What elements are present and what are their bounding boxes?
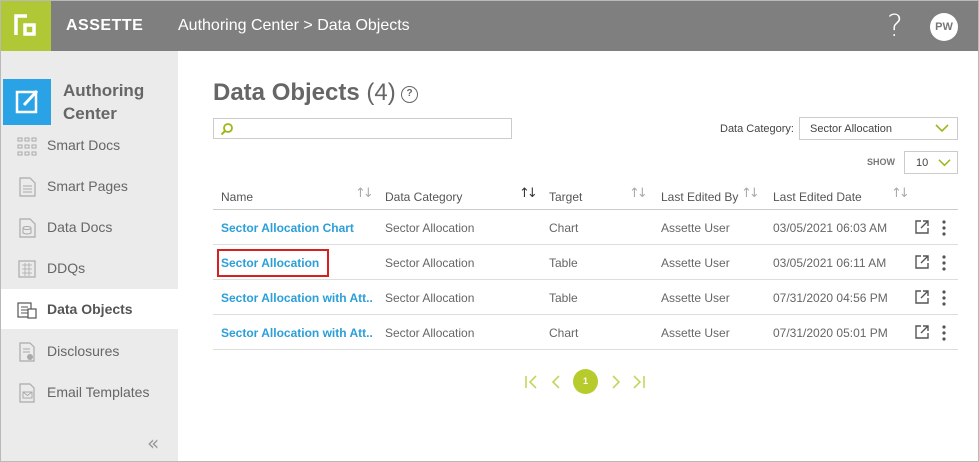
sort-icon[interactable]: ↑↓	[629, 186, 648, 201]
logo-icon	[14, 14, 36, 36]
sidebar-item-label: Email Templates	[47, 384, 150, 400]
page-title: Data Objects (4)	[213, 79, 396, 107]
column-header-data-category: Data Category	[385, 190, 463, 204]
app-window: ASSETTE Authoring Center > Data Objects …	[0, 0, 979, 462]
cell-date: 07/31/2020 05:01 PM	[773, 326, 888, 340]
sidebar-item-label: Data Objects	[47, 301, 133, 317]
column-header-name: Name	[221, 190, 254, 204]
grid-dots-icon	[17, 137, 37, 156]
cell-date: 07/31/2020 04:56 PM	[773, 291, 888, 305]
help-icon[interactable]: ?	[887, 9, 903, 44]
sort-icon[interactable]: ↑↓	[519, 186, 538, 201]
data-objects-icon	[17, 302, 37, 319]
sidebar-item-label: Smart Pages	[47, 178, 128, 194]
cell-target: Chart	[549, 326, 579, 340]
open-external-icon[interactable]	[915, 325, 929, 339]
sort-icon[interactable]: ↑↓	[741, 186, 760, 201]
page-size-value: 10	[916, 157, 929, 169]
cell-category: Sector Allocation	[385, 256, 475, 270]
table-row[interactable]: Sector Allocation Sector Allocation Tabl…	[213, 245, 958, 280]
cell-editor: Assette User	[661, 256, 730, 270]
cell-target: Table	[549, 291, 578, 305]
main-content: Data Objects (4) ? Data Category: Sector…	[178, 51, 978, 461]
page-icon	[19, 177, 36, 197]
more-options-icon[interactable]	[938, 324, 950, 342]
sidebar-item-email-templates[interactable]: Email Templates	[1, 372, 178, 412]
chevron-down-icon	[938, 159, 951, 167]
sidebar-item-label: Smart Docs	[47, 137, 121, 153]
current-page-button[interactable]: 1	[573, 369, 598, 394]
sort-icon[interactable]: ↑↓	[355, 186, 374, 201]
email-template-icon	[19, 383, 35, 403]
collapse-sidebar-icon[interactable]: «	[147, 431, 159, 455]
next-page-icon[interactable]	[607, 372, 625, 392]
item-count: (4)	[366, 79, 396, 106]
sidebar-item-data-objects[interactable]: Data Objects	[1, 289, 178, 329]
search-input[interactable]	[213, 118, 512, 139]
sidebar-item-ddqs[interactable]: DDQs	[1, 248, 178, 288]
brand-name: ASSETTE	[66, 17, 144, 34]
first-page-icon[interactable]	[523, 372, 541, 392]
sidebar-item-disclosures[interactable]: Disclosures	[1, 331, 178, 371]
table-row[interactable]: Sector Allocation with Att... Sector All…	[213, 280, 958, 315]
cell-date: 03/05/2021 06:11 AM	[773, 256, 887, 270]
data-objects-table: Name ↑↓ Data Category ↑↓ Target ↑↓ Last …	[213, 181, 958, 350]
disclosure-icon	[19, 342, 35, 362]
previous-page-icon[interactable]	[547, 372, 565, 392]
sidebar-item-smart-pages[interactable]: Smart Pages	[1, 166, 178, 206]
data-category-select[interactable]: Sector Allocation	[799, 117, 958, 140]
data-object-name-link[interactable]: Sector Allocation Chart	[221, 221, 373, 235]
last-page-icon[interactable]	[629, 372, 647, 392]
data-object-name-link[interactable]: Sector Allocation with Att...	[221, 291, 373, 305]
cell-editor: Assette User	[661, 291, 730, 305]
chevron-down-icon	[935, 124, 949, 133]
column-header-target: Target	[549, 190, 583, 204]
help-circle-icon[interactable]: ?	[401, 86, 418, 103]
cell-date: 03/05/2021 06:03 AM	[773, 221, 888, 235]
ddq-icon	[18, 260, 36, 278]
data-object-name-link[interactable]: Sector Allocation with Att...	[221, 326, 373, 340]
data-category-value: Sector Allocation	[810, 123, 892, 135]
more-options-icon[interactable]	[938, 219, 950, 237]
more-options-icon[interactable]	[938, 289, 950, 307]
sidebar-item-label: DDQs	[47, 260, 86, 276]
column-header-last-edited-by: Last Edited By	[661, 190, 739, 204]
show-label: SHOW	[867, 157, 895, 167]
authoring-center-icon	[3, 79, 51, 125]
logo[interactable]	[1, 1, 51, 51]
sidebar-item-label: Disclosures	[47, 343, 120, 359]
cell-target: Table	[549, 256, 578, 270]
search-icon	[220, 123, 233, 136]
page-title-text: Data Objects	[213, 79, 360, 106]
table-row[interactable]: Sector Allocation with Att... Sector All…	[213, 315, 958, 350]
highlight-box	[217, 249, 329, 277]
data-doc-icon	[19, 218, 36, 238]
cell-editor: Assette User	[661, 326, 730, 340]
sidebar-item-label: Data Docs	[47, 219, 113, 235]
open-external-icon[interactable]	[915, 290, 929, 304]
sidebar: Authoring Center Smart Docs Smart Pages	[1, 51, 178, 461]
sidebar-item-smart-docs[interactable]: Smart Docs	[1, 125, 178, 165]
cell-category: Sector Allocation	[385, 291, 475, 305]
pagination: 1	[523, 369, 653, 395]
page-size-select[interactable]: 10	[904, 151, 958, 174]
column-header-last-edited-date: Last Edited Date	[773, 190, 862, 204]
sidebar-header: Authoring Center	[1, 79, 178, 125]
sort-icon[interactable]: ↑↓	[891, 186, 910, 201]
top-header: ASSETTE Authoring Center > Data Objects …	[1, 1, 978, 51]
data-category-label: Data Category:	[720, 123, 794, 135]
open-external-icon[interactable]	[915, 255, 929, 269]
cell-category: Sector Allocation	[385, 221, 475, 235]
open-external-icon[interactable]	[915, 220, 929, 234]
sidebar-item-data-docs[interactable]: Data Docs	[1, 207, 178, 247]
cell-target: Chart	[549, 221, 579, 235]
table-header: Name ↑↓ Data Category ↑↓ Target ↑↓ Last …	[213, 181, 958, 210]
cell-category: Sector Allocation	[385, 326, 475, 340]
more-options-icon[interactable]	[938, 254, 950, 272]
table-row[interactable]: Sector Allocation Chart Sector Allocatio…	[213, 210, 958, 245]
sidebar-title: Authoring Center	[63, 81, 145, 123]
breadcrumb: Authoring Center > Data Objects	[178, 17, 410, 34]
cell-editor: Assette User	[661, 221, 730, 235]
avatar[interactable]: PW	[930, 13, 958, 41]
